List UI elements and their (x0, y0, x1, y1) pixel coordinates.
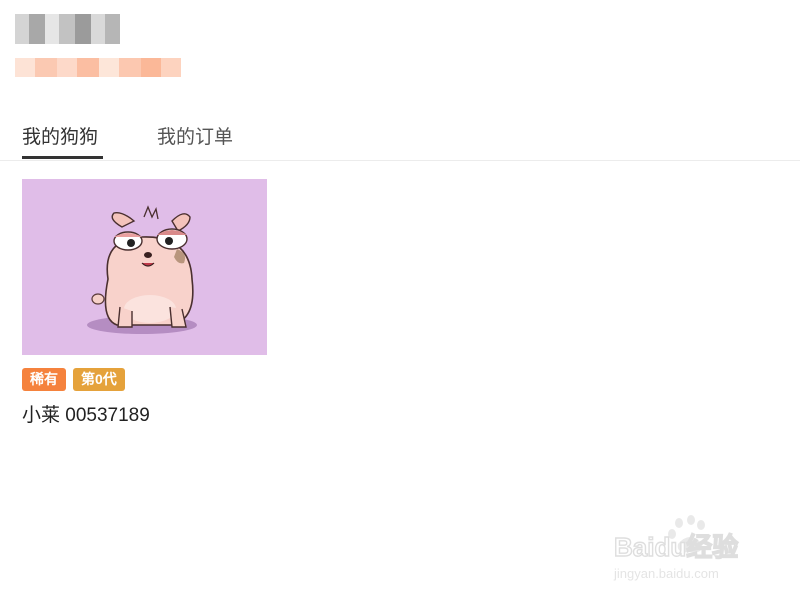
dog-image (22, 179, 267, 355)
blurred-username (15, 14, 120, 44)
my-dogs-page: 我的狗狗 我的订单 稀有 第0代 小莱 00537189 Baidu经验 jin… (0, 0, 800, 600)
dog-badges: 稀有 第0代 (22, 368, 267, 391)
rarity-badge: 稀有 (22, 368, 66, 391)
generation-badge: 第0代 (73, 368, 125, 391)
dog-name: 小莱 00537189 (22, 405, 150, 426)
tab-my-dogs[interactable]: 我的狗狗 (22, 122, 98, 149)
watermark-graphic: Baidu经验 jingyan.baidu.com (613, 515, 739, 581)
svg-text:Baidu经验: Baidu经验 (614, 532, 738, 562)
baidu-jingyan-watermark: Baidu经验 jingyan.baidu.com (612, 512, 762, 584)
dog-card[interactable]: 稀有 第0代 小莱 00537189 (22, 179, 267, 427)
blurred-user-info (15, 58, 181, 77)
tab-bar: 我的狗狗 我的订单 (0, 118, 800, 161)
tab-my-orders[interactable]: 我的订单 (157, 122, 233, 149)
pig-dog-illustration (87, 205, 197, 334)
svg-text:jingyan.baidu.com: jingyan.baidu.com (613, 566, 719, 581)
active-tab-underline (22, 156, 103, 159)
